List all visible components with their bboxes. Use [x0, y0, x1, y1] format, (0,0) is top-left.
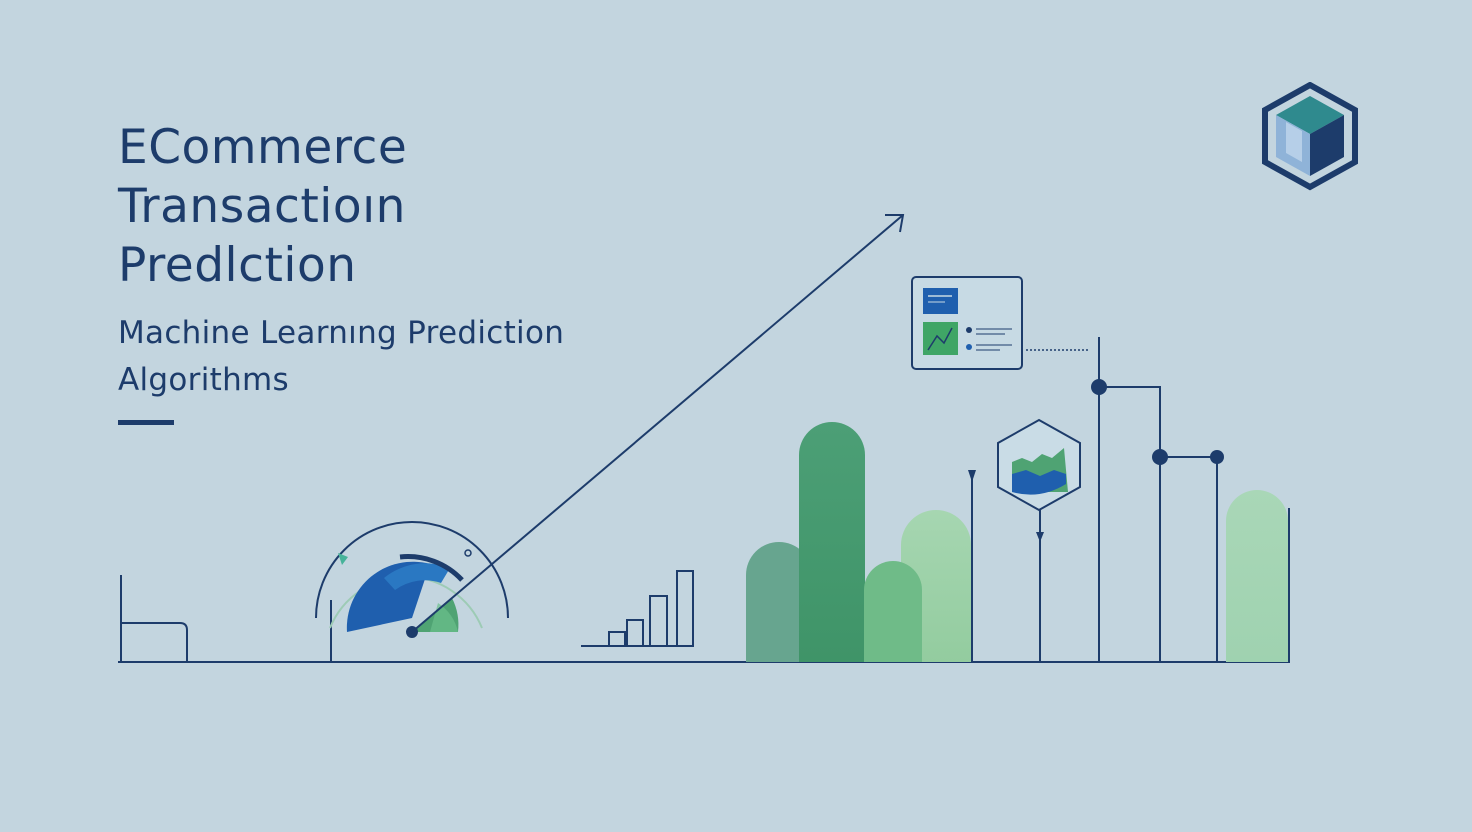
node-dot	[1091, 379, 1107, 395]
dashboard-card-icon	[911, 276, 1088, 370]
outline-bars	[581, 570, 694, 647]
node-dot	[1210, 450, 1224, 464]
node-dot	[1152, 449, 1168, 465]
hexagon-chart-icon	[997, 418, 1081, 662]
analytics-illustration	[118, 214, 1290, 663]
gauge-icon	[315, 521, 509, 662]
building-icon	[120, 575, 188, 662]
